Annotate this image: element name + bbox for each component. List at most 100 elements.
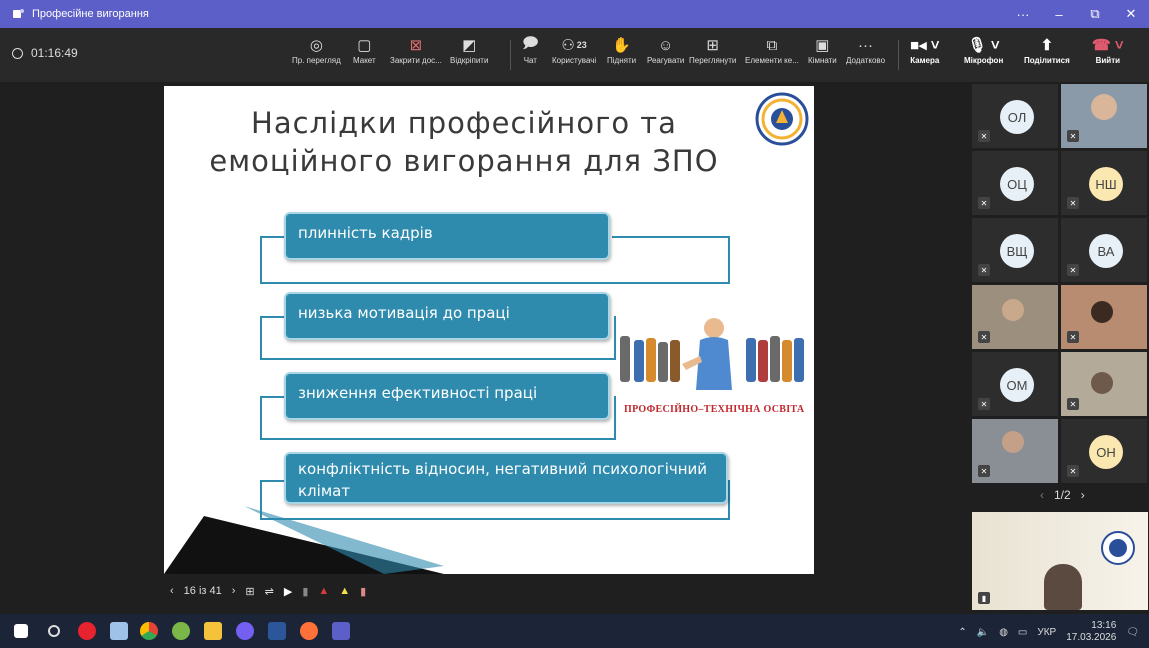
teams-icon[interactable]	[332, 622, 350, 640]
battery-icon[interactable]: ▭	[1018, 627, 1027, 638]
minimize-button[interactable]: –	[1041, 0, 1077, 28]
restore-button[interactable]: ⧉	[1077, 0, 1113, 28]
highlighter-icon[interactable]: ▲	[339, 585, 350, 597]
participant-tile[interactable]: ✕	[1061, 285, 1147, 349]
mic-label: Мікрофон	[964, 56, 1004, 65]
rooms-label: Кімнати	[808, 56, 837, 65]
share-button[interactable]: ⬆ Поділитися	[1024, 34, 1070, 65]
video-feed	[1091, 301, 1113, 323]
presentation-slide: Наслідки професійного та емоційного виго…	[164, 86, 814, 574]
participant-tile[interactable]: ВЩ ✕	[972, 218, 1058, 282]
slide-item: конфліктність відносин, негативний психо…	[284, 452, 728, 504]
pager-prev-icon[interactable]: ‹	[1040, 488, 1044, 502]
participant-tile[interactable]: НШ ✕	[1061, 151, 1147, 215]
slide-corner-decoration	[164, 506, 444, 574]
notepad-icon[interactable]	[110, 622, 128, 640]
chat-button[interactable]: 🗩 Чат	[522, 34, 539, 66]
opera-icon[interactable]	[78, 622, 96, 640]
slide-title-line-1: Наслідки професійного та	[251, 106, 677, 140]
language-indicator[interactable]: УКР	[1037, 627, 1056, 638]
windows-taskbar: ⌃ 🔈 ◍ ▭ УКР 13:16 17.03.2026 🗨	[0, 614, 1149, 648]
hand-icon: ✋	[612, 37, 631, 54]
avatar: ВА	[1089, 234, 1123, 268]
camera-icon: ■◂ ˅	[910, 37, 940, 54]
paint-icon[interactable]	[172, 622, 190, 640]
mic-off-icon: ✕	[1067, 197, 1079, 209]
meeting-timer: 01:16:49	[12, 46, 78, 60]
leave-button[interactable]: ☎ ˅ Вийти	[1092, 34, 1124, 65]
firefox-icon[interactable]	[300, 622, 318, 640]
avatar: ОН	[1089, 435, 1123, 469]
people-button[interactable]: ⚇ 23 Користувачі	[552, 34, 596, 65]
video-feed	[1091, 94, 1117, 120]
preview-label: Пр. перегляд	[292, 56, 341, 65]
search-icon[interactable]	[48, 625, 60, 637]
presenter-video-tile[interactable]: ▮	[972, 512, 1148, 610]
video-feed	[1002, 299, 1024, 321]
settings-sliders-icon[interactable]: ⇌	[265, 585, 274, 598]
network-icon[interactable]: ◍	[999, 627, 1008, 638]
pen-black-icon[interactable]: ▮	[302, 585, 308, 598]
word-icon[interactable]	[268, 622, 286, 640]
apps-button[interactable]: ⧉ Елементи ке...	[745, 34, 799, 66]
unpin-icon: ◩	[462, 37, 477, 54]
participant-tile[interactable]: ОЛ ✕	[972, 84, 1058, 148]
file-explorer-icon[interactable]	[204, 622, 222, 640]
meeting-toolbar: 01:16:49 ◎ Пр. перегляд ▢ Макет ⊠ Закрити д…	[0, 28, 1149, 82]
apps-icon: ⧉	[766, 36, 778, 54]
view-button[interactable]: ⊞ Переглянути	[689, 34, 736, 65]
more-icon: ···	[858, 36, 874, 54]
unpin-button[interactable]: ◩ Відкріпити	[450, 34, 488, 65]
close-button[interactable]: ✕	[1113, 0, 1149, 28]
notifications-icon[interactable]: 🗨	[1126, 627, 1139, 638]
participant-tile[interactable]: ОМ ✕	[972, 352, 1058, 416]
participant-tile[interactable]: ОН ✕	[1061, 419, 1147, 483]
chat-icon: 🗩	[522, 34, 539, 52]
pager-text: 1/2	[1054, 488, 1071, 502]
volume-icon[interactable]: 🔈	[977, 627, 989, 638]
people-label: Користувачі	[552, 56, 597, 65]
camera-label: Камера	[910, 56, 940, 65]
more-button[interactable]: ··· Додатково	[846, 34, 885, 66]
camera-button[interactable]: ■◂ ˅ Камера	[910, 34, 940, 65]
avatar: ОЦ	[1000, 167, 1034, 201]
viber-icon[interactable]	[236, 622, 254, 640]
participant-tile[interactable]: ВА ✕	[1061, 218, 1147, 282]
avatar: НШ	[1089, 167, 1123, 201]
participant-tile[interactable]: ОЦ ✕	[972, 151, 1058, 215]
pointer-icon[interactable]: ▶	[284, 585, 292, 598]
mic-off-icon: ✕	[1067, 465, 1079, 477]
connector-line	[260, 316, 284, 318]
chrome-icon[interactable]	[140, 622, 158, 640]
phone-hangup-icon: ☎ ˅	[1092, 37, 1124, 54]
next-slide-icon[interactable]: ›	[232, 585, 236, 597]
chevron-up-icon[interactable]: ⌃	[958, 627, 966, 638]
participant-tile[interactable]: ✕	[1061, 84, 1147, 148]
participant-tile[interactable]: ✕	[972, 419, 1058, 483]
clock[interactable]: 13:16 17.03.2026	[1066, 620, 1116, 644]
stop-sharing-label: Закрити дос...	[390, 56, 442, 65]
react-label: Реагувати	[647, 56, 685, 65]
grid-view-icon[interactable]: ⊞	[245, 585, 254, 598]
participant-tile[interactable]: ✕	[1061, 352, 1147, 416]
more-options-button[interactable]: ···	[1005, 0, 1041, 28]
promo-caption: ПРОФЕСІЙНО–ТЕХНІЧНА ОСВІТА	[624, 404, 805, 415]
raise-hand-button[interactable]: ✋ Підняти	[607, 34, 636, 65]
participant-tile[interactable]: ✕	[972, 285, 1058, 349]
slide-title: Наслідки професійного та емоційного виго…	[164, 104, 764, 180]
layout-button[interactable]: ▢ Макет	[353, 34, 376, 65]
stop-sharing-button[interactable]: ⊠ Закрити дос...	[390, 34, 442, 65]
rooms-button[interactable]: ▣ Кімнати	[808, 34, 837, 65]
apps-label: Елементи ке...	[745, 56, 799, 65]
shield-icon	[12, 47, 23, 59]
eraser-icon[interactable]: ▮	[360, 585, 366, 598]
previous-slide-icon[interactable]: ‹	[170, 585, 174, 597]
mic-button[interactable]: 🎙 ˅ Мікрофон	[964, 34, 1003, 65]
toolbar-divider	[510, 40, 511, 70]
react-button[interactable]: ☺ Реагувати	[647, 34, 685, 66]
mic-off-icon: ✕	[978, 331, 990, 343]
pen-red-icon[interactable]: ▲	[318, 585, 329, 597]
windows-start-icon[interactable]	[14, 624, 28, 638]
pager-next-icon[interactable]: ›	[1081, 488, 1085, 502]
preview-button[interactable]: ◎ Пр. перегляд	[292, 34, 341, 65]
